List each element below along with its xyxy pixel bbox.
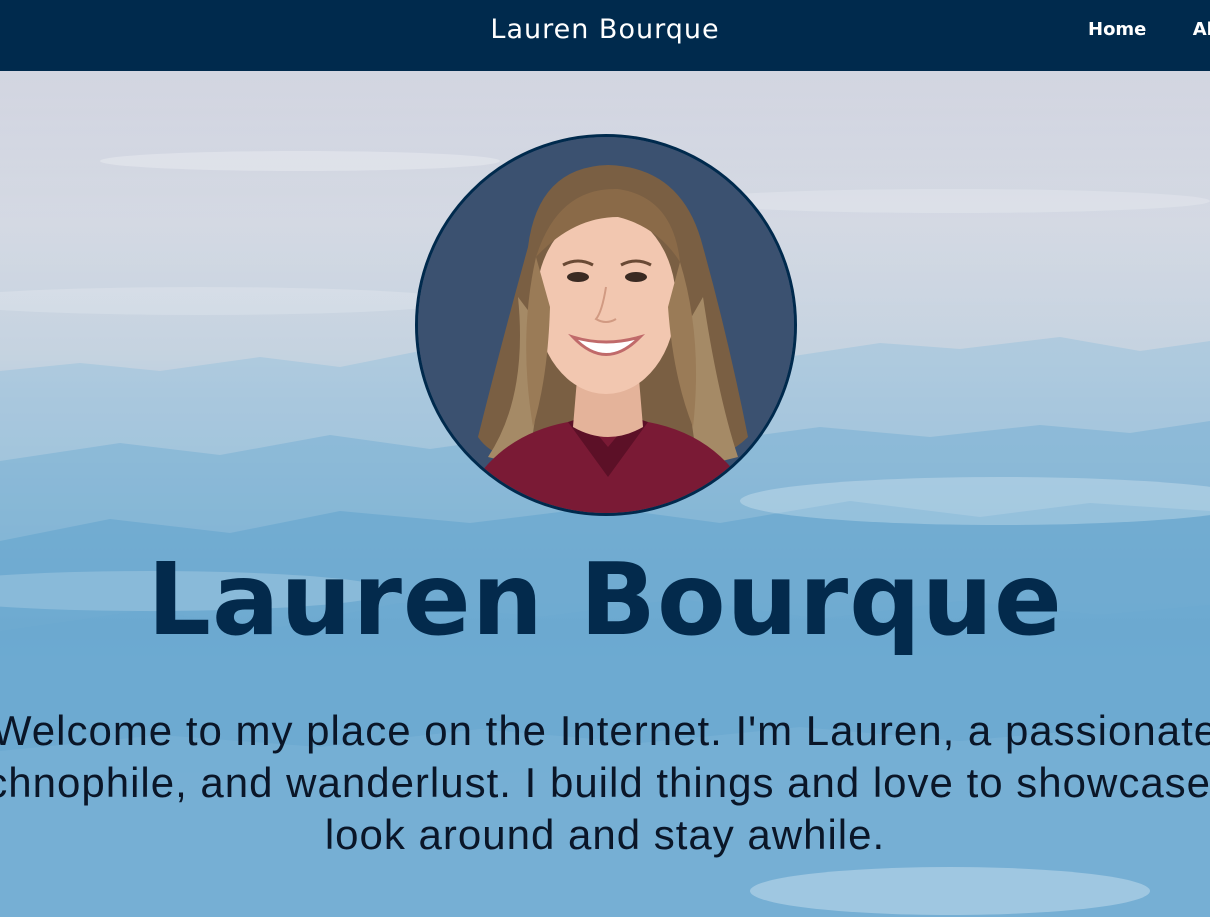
nav-links: Home Ab — [1088, 19, 1210, 40]
intro-line: Welcome to my place on the Internet. I'm… — [0, 707, 1210, 754]
hero-title: Lauren Bourque — [147, 541, 1063, 658]
intro-line: look around and stay awhile. — [324, 811, 886, 858]
nav-link-home[interactable]: Home — [1088, 19, 1146, 40]
nav-link-about[interactable]: Ab — [1193, 19, 1210, 40]
top-navbar: Lauren Bourque Home Ab — [0, 0, 1210, 71]
intro-line: technophile, and wanderlust. I build thi… — [0, 759, 1210, 806]
intro-text: Welcome to my place on the Internet. I'm… — [0, 705, 1210, 861]
profile-avatar — [415, 134, 797, 516]
hero-section: Lauren Bourque Welcome to my place on th… — [0, 71, 1210, 917]
portrait-photo — [418, 137, 794, 513]
site-brand[interactable]: Lauren Bourque — [0, 14, 1210, 45]
